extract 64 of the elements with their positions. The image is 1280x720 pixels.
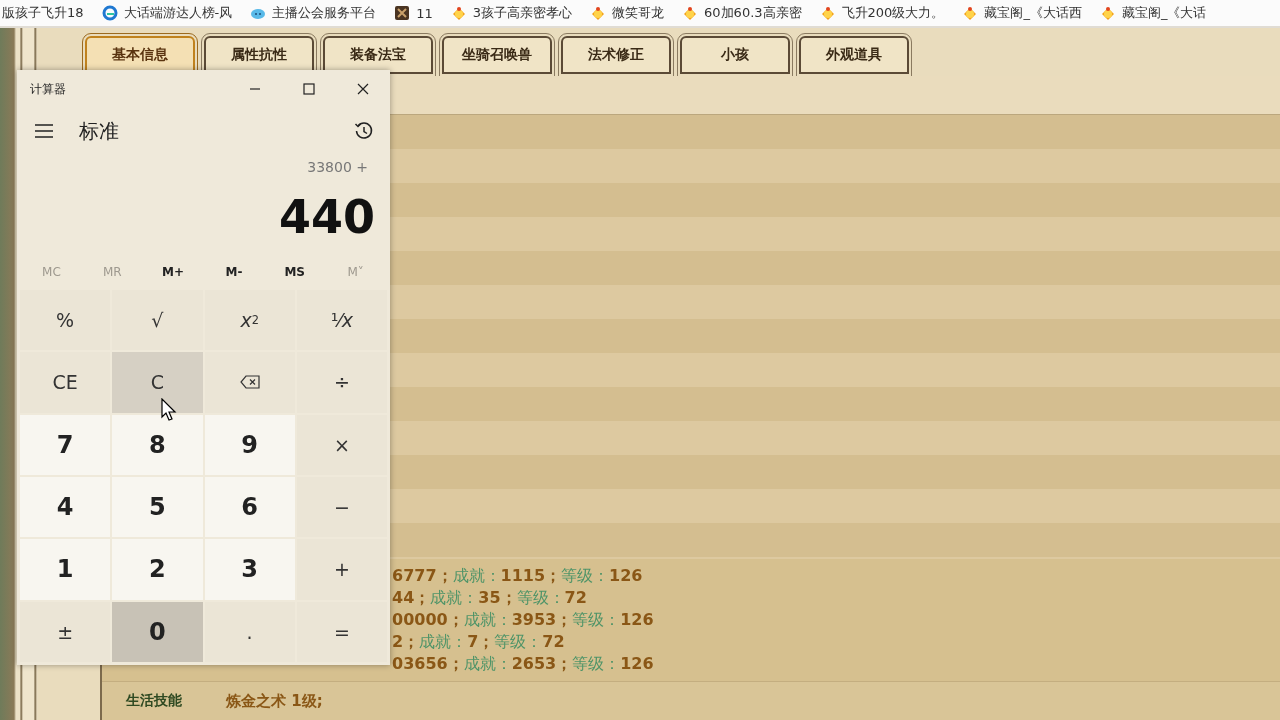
bookmark-link[interactable]: 3孩子高亲密孝心 — [450, 4, 573, 22]
bookmark-link[interactable]: 版孩子飞升18 — [2, 4, 84, 22]
calculator-key[interactable]: √ — [112, 290, 203, 351]
bookmark-link[interactable]: 大话端游达人榜-风 — [101, 4, 233, 22]
calculator-key[interactable]: 1 — [20, 539, 111, 600]
chick-icon — [962, 5, 979, 21]
calculator-key[interactable]: 5 — [112, 477, 203, 538]
chick-icon — [590, 5, 607, 21]
globe-icon — [101, 5, 118, 21]
bookmark-link[interactable]: 60加60.3高亲密 — [682, 4, 802, 22]
calculator-key[interactable]: − — [296, 477, 387, 538]
bookmark-link[interactable]: 飞升200级大力。 — [819, 4, 945, 22]
memory-button[interactable]: MS — [264, 254, 326, 290]
calculator-key[interactable]: ÷ — [296, 352, 387, 413]
info-line: 44；成就：35；等级：72 — [392, 587, 588, 609]
calculator-key[interactable]: C — [112, 352, 203, 413]
backspace-key[interactable] — [204, 352, 295, 413]
calculator-key[interactable]: ± — [20, 601, 111, 662]
calculator-key[interactable]: . — [204, 601, 295, 662]
game-icon — [394, 5, 411, 21]
history-icon — [354, 121, 374, 141]
skill-label: 生活技能 — [126, 692, 182, 710]
calculator-key[interactable]: 6 — [204, 477, 295, 538]
calculator-key[interactable]: 9 — [204, 414, 295, 475]
menu-icon — [35, 124, 53, 138]
backspace-icon — [239, 375, 260, 390]
chick-icon — [682, 5, 699, 21]
bookmark-link[interactable]: 11 — [394, 5, 433, 21]
cursor-icon — [161, 398, 177, 422]
bookmark-link[interactable]: 主播公会服务平台 — [250, 4, 377, 22]
info-line: 03656；成就：2653；等级：126 — [392, 653, 655, 675]
window-title: 计算器 — [30, 80, 66, 98]
calculator-key[interactable]: 0 — [112, 601, 203, 662]
mode-title: 标准 — [79, 117, 119, 145]
calculator-key[interactable]: 8 — [112, 414, 203, 475]
display-value: 440 — [277, 189, 376, 246]
tab[interactable]: 装备法宝 — [323, 36, 433, 74]
calculator-key[interactable]: CE — [20, 352, 111, 413]
bookmark-link[interactable]: 微笑哥龙 — [590, 4, 665, 22]
calculator-key[interactable]: 2 — [112, 539, 203, 600]
close-icon — [357, 83, 369, 95]
calculator-key[interactable]: 3 — [204, 539, 295, 600]
calculator-key[interactable]: = — [296, 601, 387, 662]
calculator-key[interactable]: + — [296, 539, 387, 600]
calculator-key[interactable]: % — [20, 290, 111, 351]
calculator-key[interactable]: x$^{2}$ — [204, 290, 295, 351]
tab[interactable]: 法术修正 — [561, 36, 671, 74]
expression-text: 33800 + — [306, 158, 369, 177]
maximize-icon — [303, 83, 315, 95]
bookmark-link[interactable]: 藏宝阁_《大话西 — [962, 4, 1082, 22]
calculator-key[interactable]: ¹⁄x — [296, 290, 387, 351]
bookmark-link[interactable]: 藏宝阁_《大话 — [1099, 4, 1207, 22]
memory-button[interactable]: M- — [203, 254, 265, 290]
skill-value: 炼金之术 1级; — [226, 691, 323, 711]
info-line: 6777；成就：1115；等级：126 — [392, 565, 644, 587]
tab[interactable]: 外观道具 — [799, 36, 909, 74]
calculator-key[interactable]: × — [296, 414, 387, 475]
info-line: 2；成就：7；等级：72 — [392, 631, 566, 653]
info-line: 00000；成就：3953；等级：126 — [392, 609, 655, 631]
calculator-key[interactable]: 7 — [20, 414, 111, 475]
tab[interactable]: 小孩 — [680, 36, 790, 74]
memory-button[interactable]: M+ — [142, 254, 204, 290]
tab[interactable]: 坐骑召唤兽 — [442, 36, 552, 74]
calculator-key[interactable]: 4 — [20, 477, 111, 538]
